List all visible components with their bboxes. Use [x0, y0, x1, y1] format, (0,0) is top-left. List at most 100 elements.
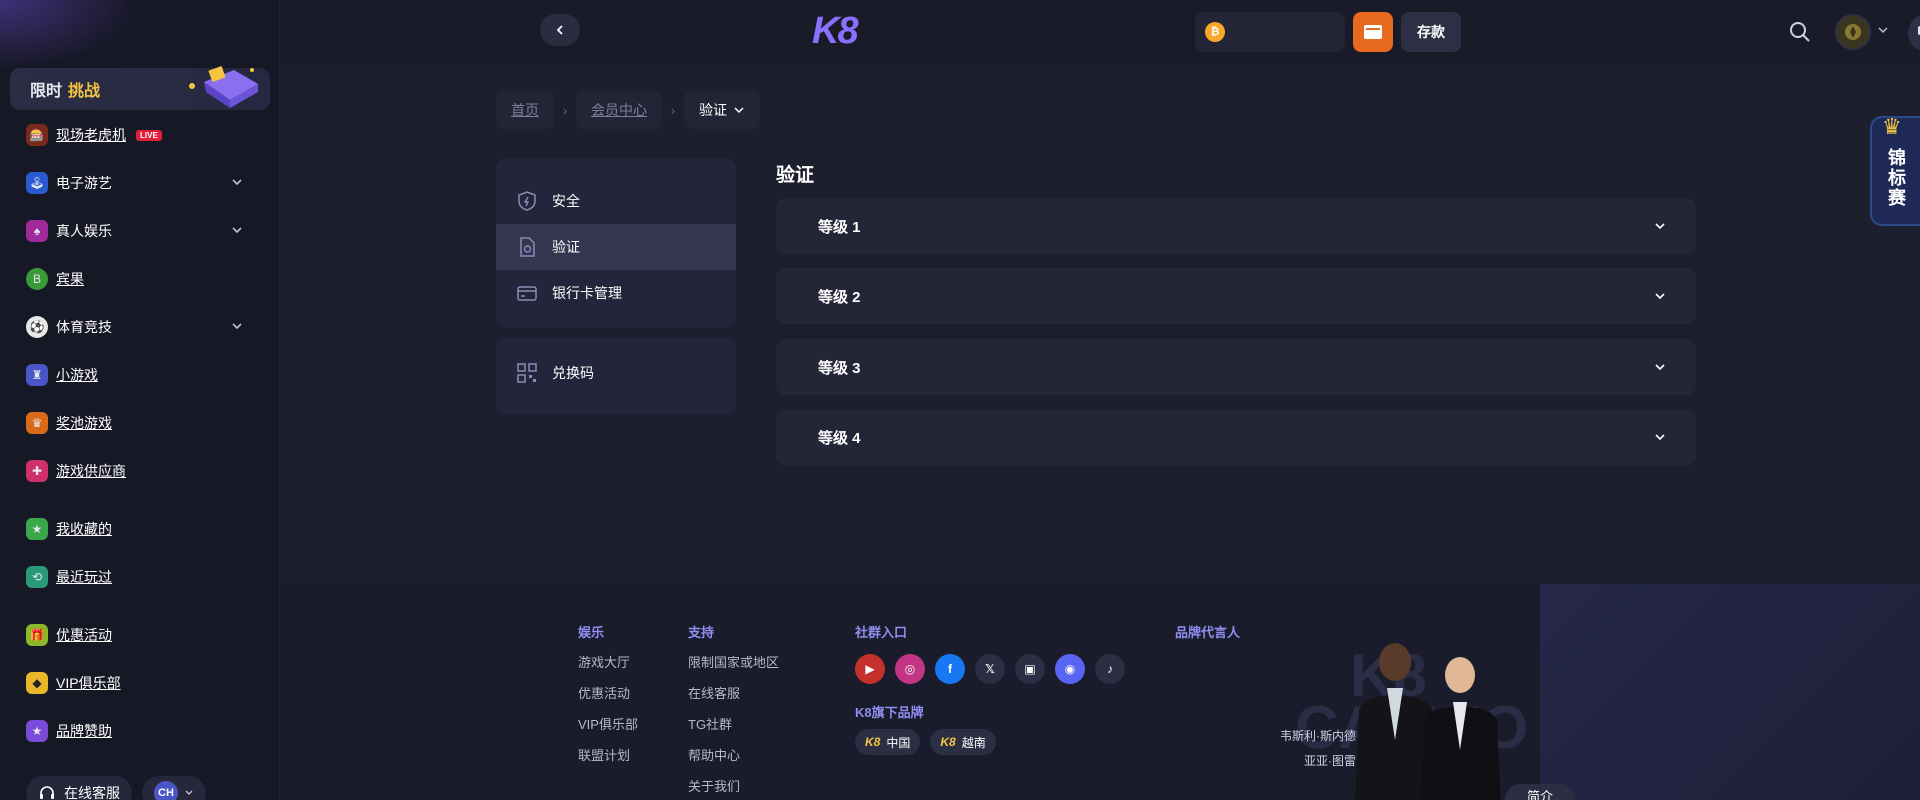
sidebar-item-label: 品牌赞助 — [56, 723, 112, 739]
footer-link[interactable]: 限制国家或地区 — [688, 654, 779, 685]
breadcrumb-member-center[interactable]: 会员中心 — [576, 91, 662, 129]
level-accordion-3[interactable]: 等级 3 — [776, 339, 1696, 395]
messages-button[interactable] — [1908, 14, 1920, 52]
sidebar-item-recent[interactable]: ⟲ 最近玩过 — [26, 562, 256, 592]
online-support-button[interactable]: 在线客服 — [26, 776, 132, 800]
sidebar-item-promotions[interactable]: 🎁 优惠活动 — [26, 620, 256, 650]
wallet-button[interactable] — [1353, 12, 1393, 52]
sidebar-item-label: 体育竞技 — [56, 319, 112, 335]
footer-link[interactable]: TG社群 — [688, 716, 779, 747]
sidebar-item-vip[interactable]: ◆ VIP俱乐部 — [26, 668, 256, 698]
discord-icon[interactable]: ◉ — [1055, 654, 1085, 684]
footer-heading: 支持 — [688, 625, 715, 640]
footer-heading: 娱乐 — [578, 625, 605, 640]
breadcrumb-current[interactable]: 验证 — [684, 91, 760, 129]
twitch-icon[interactable]: ▣ — [1015, 654, 1045, 684]
chevron-down-icon[interactable] — [230, 319, 244, 333]
breadcrumb-home[interactable]: 首页 — [496, 91, 554, 129]
ambassador-names: 韦斯利·斯内德 亚亚·图雷 — [1280, 724, 1356, 774]
avatar[interactable] — [1835, 14, 1871, 50]
level-accordion-2[interactable]: 等级 2 — [776, 268, 1696, 324]
promo-label: 限时 — [30, 83, 63, 100]
brand-logo[interactable]: K8 — [812, 10, 859, 53]
brand-china[interactable]: K8 中国 — [855, 729, 921, 755]
breadcrumb-current-label: 验证 — [699, 102, 727, 118]
footer-link[interactable]: 帮助中心 — [688, 747, 779, 778]
chevron-down-icon[interactable] — [230, 175, 244, 189]
slot-machine-icon: 🎰 — [26, 124, 48, 146]
footer-col-support: 支持 限制国家或地区 在线客服 TG社群 帮助中心 关于我们 — [688, 622, 779, 800]
sidebar-item-jackpot[interactable]: ♛ 奖池游戏 — [26, 408, 256, 438]
facebook-icon[interactable]: f — [935, 654, 965, 684]
menu-item-label: 银行卡管理 — [552, 285, 622, 301]
tournament-tab[interactable]: ♛ 锦标赛 — [1870, 114, 1920, 226]
sidebar: 限时 挑战 🎰 现场老虎机 LIVE 🕹 电子游艺 ♠ 真人娱乐 B 宾果 ⚽ … — [0, 0, 280, 800]
x-twitter-icon[interactable]: 𝕏 — [975, 654, 1005, 684]
sidebar-item-live-slots[interactable]: 🎰 现场老虎机 LIVE — [26, 120, 256, 150]
sidebar-item-label: 电子游艺 — [56, 175, 112, 191]
bitcoin-icon: ₿ — [1205, 22, 1225, 42]
live-badge: LIVE — [136, 129, 162, 141]
footer-link[interactable]: 关于我们 — [688, 778, 779, 800]
sidebar-item-favorites[interactable]: ★ 我收藏的 — [26, 514, 256, 544]
breadcrumb-separator-icon: › — [670, 102, 676, 118]
top-bar: K8 ₿ 存款 — [280, 0, 1920, 64]
brand-label: 中国 — [886, 735, 911, 750]
deposit-button[interactable]: 存款 — [1401, 12, 1461, 52]
level-accordion-1[interactable]: 等级 1 — [776, 198, 1696, 254]
ambassador-photo — [1355, 643, 1501, 800]
footer-link[interactable]: VIP俱乐部 — [578, 716, 638, 747]
sidebar-item-label: 真人娱乐 — [56, 223, 112, 239]
language-selector[interactable]: CH — [142, 776, 206, 800]
brand-vietnam[interactable]: K8 越南 — [930, 729, 996, 755]
footer: 娱乐 游戏大厅 优惠活动 VIP俱乐部 联盟计划 支持 限制国家或地区 在线客服… — [280, 584, 1920, 800]
menu-item-security[interactable]: 安全 — [496, 178, 736, 224]
tournament-label: 锦标赛 — [1886, 148, 1906, 208]
shield-icon — [518, 191, 536, 211]
sidebar-item-live-casino[interactable]: ♠ 真人娱乐 — [26, 216, 256, 246]
ambassador-intro-button[interactable]: 简介 — [1505, 784, 1575, 800]
chevron-down-icon[interactable] — [1877, 24, 1889, 36]
document-icon — [520, 237, 535, 257]
ambassador-name: 韦斯利·斯内德 — [1280, 729, 1356, 743]
ambassador-name: 亚亚·图雷 — [1304, 754, 1356, 768]
headset-icon — [40, 786, 54, 799]
level-accordion-4[interactable]: 等级 4 — [776, 409, 1696, 465]
footer-link[interactable]: 联盟计划 — [578, 747, 638, 778]
sidebar-item-label: 最近玩过 — [56, 569, 112, 585]
sidebar-item-slots[interactable]: 🕹 电子游艺 — [26, 168, 256, 198]
menu-item-redeem-code[interactable]: 兑换码 — [496, 350, 736, 396]
diamond-icon: ◆ — [26, 672, 48, 694]
chevron-down-icon — [1655, 293, 1665, 300]
sidebar-item-label: 我收藏的 — [56, 521, 112, 537]
sidebar-item-label: 优惠活动 — [56, 627, 112, 643]
k8-logo-icon: K8 — [940, 735, 956, 749]
footer-col-entertainment: 娱乐 游戏大厅 优惠活动 VIP俱乐部 联盟计划 — [578, 622, 638, 778]
brand-label: 越南 — [961, 735, 986, 750]
search-icon[interactable] — [1788, 20, 1812, 44]
sidebar-item-sponsorship[interactable]: ★ 品牌赞助 — [26, 716, 256, 746]
challenge-promo[interactable]: 限时 挑战 — [10, 65, 270, 110]
balance-display[interactable]: ₿ — [1195, 12, 1345, 52]
account-menu: 安全 验证 银行卡管理 — [496, 158, 736, 328]
collapse-sidebar-button[interactable] — [540, 14, 580, 46]
instagram-icon[interactable]: ◎ — [895, 654, 925, 684]
sidebar-item-mini-games[interactable]: ♜ 小游戏 — [26, 360, 256, 390]
chevron-down-icon — [1655, 223, 1665, 230]
support-label: 在线客服 — [64, 785, 120, 800]
footer-link[interactable]: 在线客服 — [688, 685, 779, 716]
footer-link[interactable]: 游戏大厅 — [578, 654, 638, 685]
sidebar-item-sports[interactable]: ⚽ 体育竞技 — [26, 312, 256, 342]
menu-item-verification[interactable]: 验证 — [496, 224, 736, 270]
chevron-down-icon[interactable] — [230, 223, 244, 237]
breadcrumb: 首页 › 会员中心 › 验证 — [496, 91, 760, 129]
tiktok-icon[interactable]: ♪ — [1095, 654, 1125, 684]
youtube-icon[interactable]: ▶ — [855, 654, 885, 684]
brand-list: K8 中国 K8 越南 — [855, 729, 1125, 755]
sidebar-item-bingo[interactable]: B 宾果 — [26, 264, 256, 294]
footer-link[interactable]: 优惠活动 — [578, 685, 638, 716]
sidebar-item-providers[interactable]: ✚ 游戏供应商 — [26, 456, 256, 486]
footer-col-ambassador: 品牌代言人 — [1175, 622, 1240, 654]
menu-item-bank-card[interactable]: 银行卡管理 — [496, 270, 736, 316]
chevron-down-icon — [1655, 434, 1665, 441]
